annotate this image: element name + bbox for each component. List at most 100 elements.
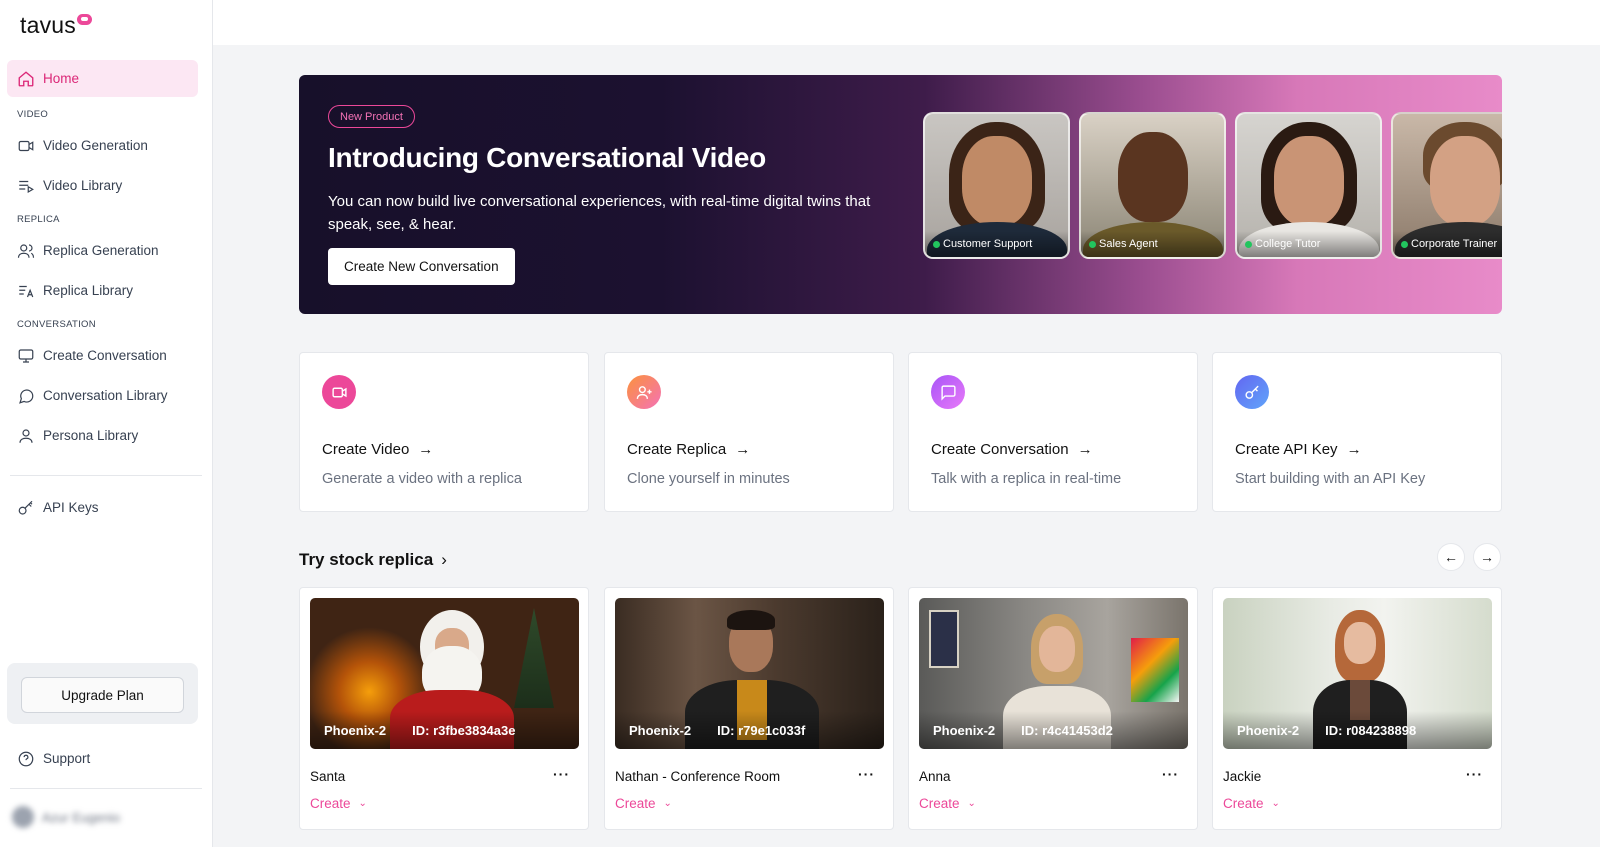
more-options-button[interactable]: ··· [1162, 766, 1179, 782]
sidebar-divider [10, 475, 202, 476]
replica-thumbnail[interactable]: Phoenix-2 ID: r084238898 [1223, 598, 1492, 749]
section-label-replica: REPLICA [17, 214, 60, 225]
replica-id: ID: r4c41453d2 [1021, 722, 1113, 738]
create-dropdown[interactable]: Create ⌄ [310, 796, 367, 811]
wall-poster [929, 610, 959, 668]
persona-face [961, 136, 1032, 226]
action-title: Create API Key → [1235, 441, 1362, 458]
sidebar-item-home[interactable]: Home [7, 60, 198, 97]
carousel-prev-button[interactable]: ← [1437, 543, 1465, 571]
key-icon [1235, 375, 1269, 409]
replica-card-nathan[interactable]: Phoenix-2 ID: r79e1c033f Nathan - Confere… [604, 587, 894, 830]
replica-name: Nathan - Conference Room [615, 769, 781, 784]
sidebar-divider [10, 788, 202, 789]
action-description: Generate a video with a replica [322, 471, 522, 487]
replica-card-santa[interactable]: Phoenix-2 ID: r3fbe3834a3e Santa ··· Crea… [299, 587, 589, 830]
persona-card-corporate-trainer[interactable]: Corporate Trainer [1391, 112, 1502, 259]
persona-card-sales-agent[interactable]: Sales Agent [1079, 112, 1226, 259]
persona-name: Customer Support [943, 238, 1033, 250]
online-status-dot [933, 241, 940, 248]
person-face [1039, 626, 1075, 672]
action-description: Start building with an API Key [1235, 471, 1426, 487]
sidebar-item-label: Home [43, 71, 80, 86]
user-profile[interactable]: Azur Eugenio [12, 806, 120, 828]
more-options-button[interactable]: ··· [1466, 766, 1483, 782]
sidebar-item-replica-generation[interactable]: Replica Generation [7, 232, 198, 269]
chevron-down-icon: ⌄ [663, 798, 672, 809]
create-dropdown[interactable]: Create ⌄ [615, 796, 672, 811]
person-hair [727, 610, 775, 630]
sidebar-item-label: Support [43, 751, 91, 766]
thumbnail-tags: Phoenix-2 ID: r4c41453d2 [919, 711, 1188, 749]
logo-mark-icon [76, 14, 92, 25]
new-product-badge: New Product [328, 105, 415, 128]
sidebar-item-conversation-library[interactable]: Conversation Library [7, 377, 198, 414]
create-new-conversation-button[interactable]: Create New Conversation [328, 248, 515, 285]
create-conversation-card[interactable]: Create Conversation → Talk with a replica… [908, 352, 1198, 512]
list-play-icon [19, 180, 34, 193]
replica-card-anna[interactable]: Phoenix-2 ID: r4c41453d2 Anna ··· Create ⌄ [908, 587, 1198, 830]
replica-id: ID: r084238898 [1325, 722, 1417, 738]
chevron-down-icon: ⌄ [1271, 798, 1280, 809]
sidebar-item-persona-library[interactable]: Persona Library [7, 417, 198, 454]
section-label-video: VIDEO [17, 109, 49, 120]
replica-name: Anna [919, 769, 951, 784]
monitor-chat-icon [18, 348, 34, 363]
chevron-down-icon: ⌄ [967, 798, 976, 809]
sidebar-item-api-keys[interactable]: API Keys [7, 489, 198, 526]
create-dropdown[interactable]: Create ⌄ [919, 796, 976, 811]
carousel-next-button[interactable]: → [1473, 543, 1501, 571]
more-options-button[interactable]: ··· [858, 766, 875, 782]
key-icon [18, 500, 33, 515]
create-dropdown[interactable]: Create ⌄ [1223, 796, 1280, 811]
action-description: Talk with a replica in real-time [931, 471, 1122, 487]
replica-thumbnail[interactable]: Phoenix-2 ID: r79e1c033f [615, 598, 884, 749]
persona-face [1273, 136, 1344, 226]
create-video-card[interactable]: Create Video → Generate a video with a re… [299, 352, 589, 512]
action-title: Create Video → [322, 441, 434, 458]
upgrade-plan-button[interactable]: Upgrade Plan [21, 677, 184, 713]
replica-name: Santa [310, 769, 346, 784]
sidebar-item-label: Conversation Library [43, 388, 168, 403]
replica-thumbnail[interactable]: Phoenix-2 ID: r3fbe3834a3e [310, 598, 579, 749]
sidebar-item-video-library[interactable]: Video Library [7, 167, 198, 204]
persona-label: Sales Agent [1081, 231, 1224, 257]
persona-card-college-tutor[interactable]: College Tutor [1235, 112, 1382, 259]
replica-card-jackie[interactable]: Phoenix-2 ID: r084238898 Jackie ··· Creat… [1212, 587, 1502, 830]
replica-thumbnail[interactable]: Phoenix-2 ID: r4c41453d2 [919, 598, 1188, 749]
replica-id: ID: r3fbe3834a3e [412, 722, 516, 738]
sidebar-item-label: Create Conversation [43, 348, 167, 363]
create-replica-card[interactable]: Create Replica → Clone yourself in minute… [604, 352, 894, 512]
sidebar-item-video-generation[interactable]: Video Generation [7, 127, 198, 164]
persona-name: College Tutor [1255, 238, 1321, 250]
persona-face [1429, 136, 1500, 226]
model-tag: Phoenix-2 [324, 722, 387, 738]
thumbnail-tags: Phoenix-2 ID: r3fbe3834a3e [310, 711, 579, 749]
arrow-left-icon: ← [1444, 549, 1458, 565]
help-circle-icon [18, 751, 34, 766]
sidebar-item-label: Replica Library [43, 283, 134, 298]
persona-name: Corporate Trainer [1411, 238, 1498, 250]
sidebar-item-support[interactable]: Support [7, 740, 198, 777]
christmas-tree [514, 608, 554, 708]
video-camera-icon [18, 140, 34, 151]
create-label: Create [919, 796, 960, 811]
more-options-button[interactable]: ··· [553, 766, 570, 782]
persona-label: Customer Support [925, 231, 1068, 257]
action-title: Create Conversation → [931, 441, 1093, 458]
replica-id: ID: r79e1c033f [717, 722, 806, 738]
persona-name: Sales Agent [1099, 238, 1158, 250]
tavus-logo[interactable]: tavus [20, 12, 92, 42]
sidebar-item-replica-library[interactable]: Replica Library [7, 272, 198, 309]
user-name: Azur Eugenio [42, 809, 121, 825]
model-tag: Phoenix-2 [933, 722, 996, 738]
create-api-key-card[interactable]: Create API Key → Start building with an A… [1212, 352, 1502, 512]
online-status-dot [1401, 241, 1408, 248]
model-tag: Phoenix-2 [1237, 722, 1300, 738]
persona-card-customer-support[interactable]: Customer Support [923, 112, 1070, 259]
thumbnail-tags: Phoenix-2 ID: r79e1c033f [615, 711, 884, 749]
try-stock-replica-link[interactable]: Try stock replica › [299, 550, 447, 570]
sidebar-item-create-conversation[interactable]: Create Conversation [7, 337, 198, 374]
painting-canvas [1131, 638, 1179, 702]
message-square-icon [931, 375, 965, 409]
